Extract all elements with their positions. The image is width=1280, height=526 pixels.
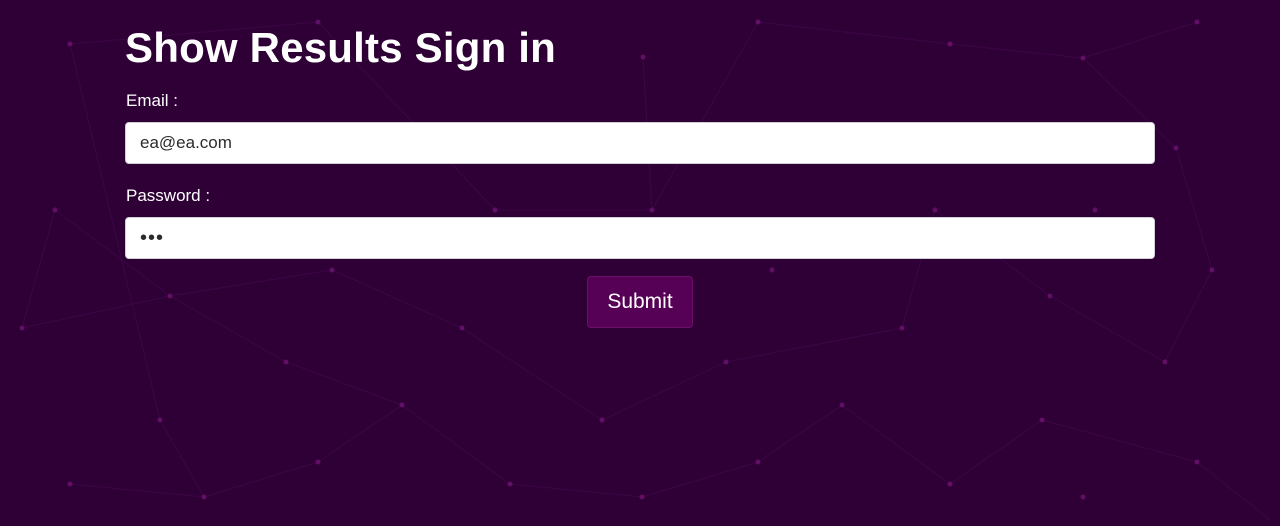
password-label: Password : bbox=[126, 186, 211, 205]
password-field[interactable] bbox=[125, 217, 1155, 259]
submit-button[interactable]: Submit bbox=[587, 276, 693, 328]
email-label: Email : bbox=[126, 91, 178, 110]
email-field[interactable] bbox=[125, 122, 1155, 164]
background-network-pattern bbox=[19, 19, 1271, 521]
page-title: Show Results Sign in bbox=[125, 24, 557, 71]
